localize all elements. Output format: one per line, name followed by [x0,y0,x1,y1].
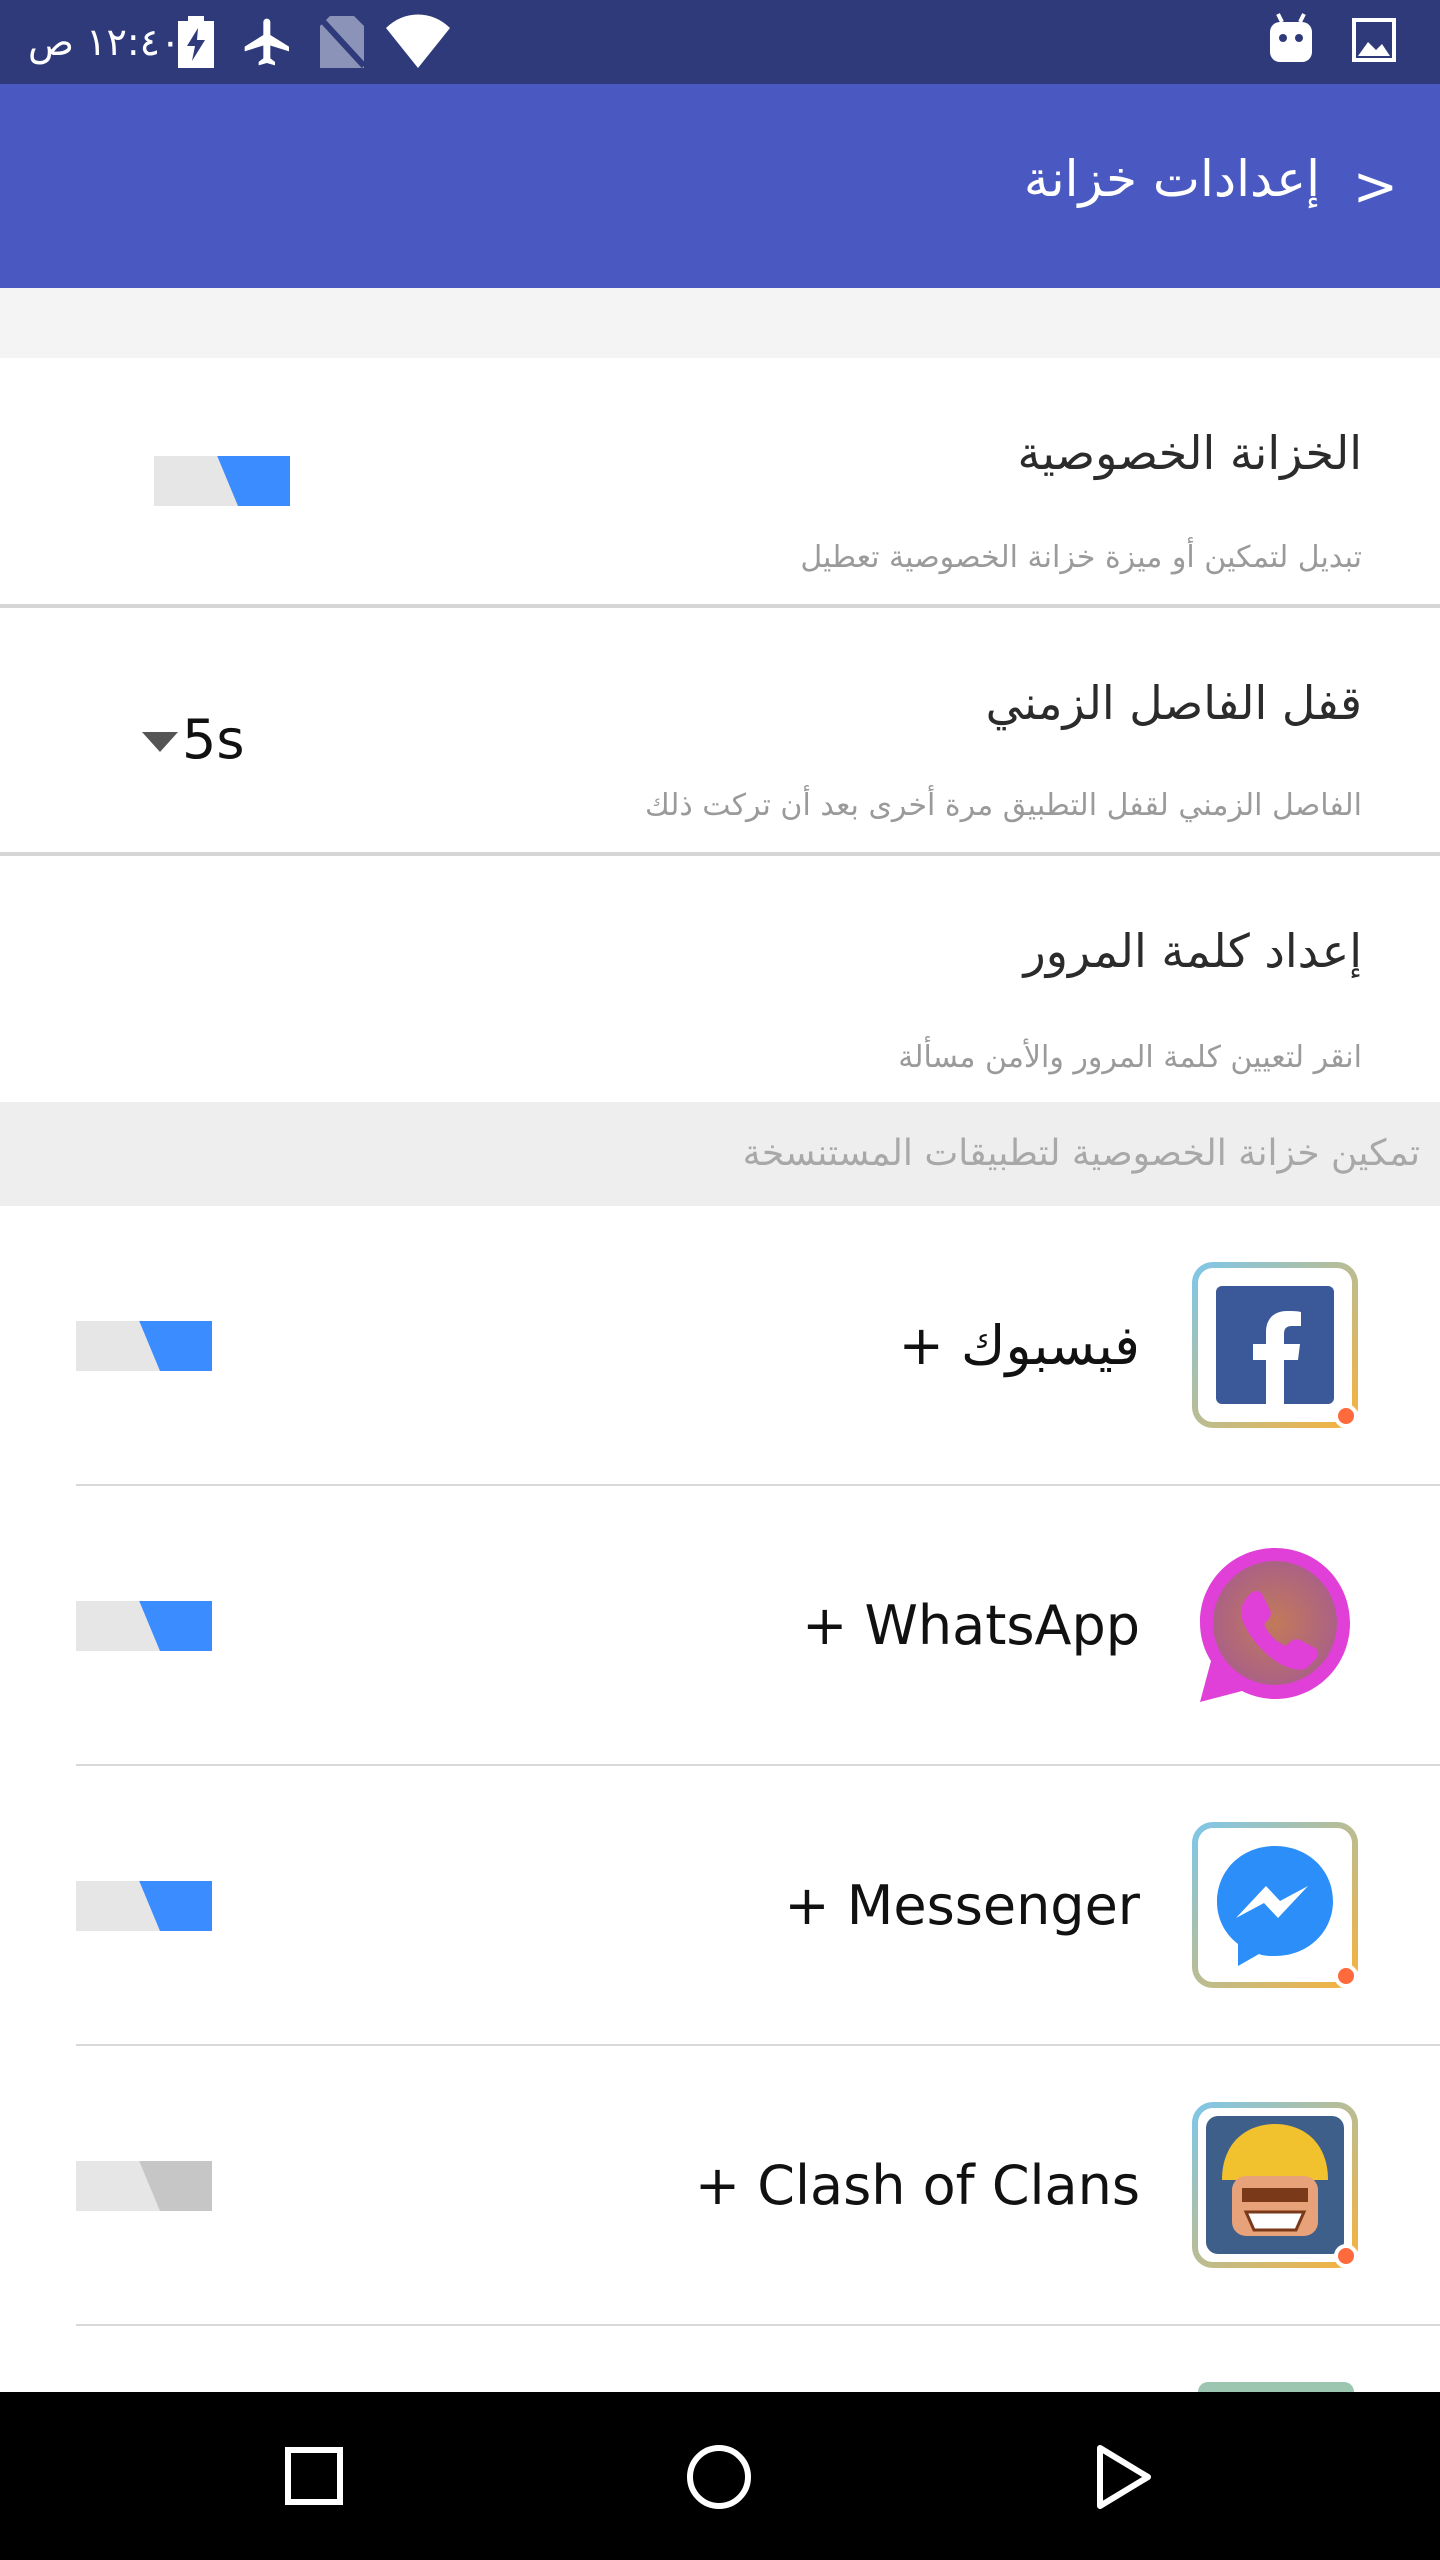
messenger-toggle[interactable] [76,1881,212,1931]
section-header-text: تمكين خزانة الخصوصية لتطبيقات المستنسخة [742,1133,1420,1174]
whatsapp-icon [1200,1548,1350,1702]
image-notification-icon [1352,18,1396,62]
android-notification-icon [1270,13,1312,62]
setting-privacy-locker[interactable]: الخزانة الخصوصية تبديل لتمكين أو ميزة خز… [0,358,1440,604]
app-row-messenger[interactable]: Messenger + [0,1766,1440,2046]
setting-title: الخزانة الخصوصية [1017,426,1362,480]
setting-subtitle: الفاصل الزمني لقفل التطبيق مرة أخرى بعد … [644,788,1362,823]
setting-subtitle: تبديل لتمكين أو ميزة خزانة الخصوصية تعطي… [800,540,1362,575]
status-time: ١٢:٤٠ ص [28,20,181,64]
whatsapp-toggle[interactable] [76,1601,212,1651]
page-title: إعدادات خزانة [1023,150,1320,208]
setting-title: إعداد كلمة المرور [1023,924,1362,978]
app-name: Messenger + [784,1874,1140,1937]
setting-subtitle: انقر لتعيين كلمة المرور والأمن مسألة [898,1040,1362,1075]
next-app-icon-partial [1198,2382,1354,2392]
back-nav-button[interactable] [1094,2444,1154,2510]
divider [76,2324,1440,2326]
app-name: Clash of Clans + [694,2154,1140,2217]
status-bar: ١٢:٤٠ ص [0,0,1440,84]
app-name: فيسبوك + [898,1314,1140,1377]
app-bar: إعدادات خزانة > [0,84,1440,288]
app-row-whatsapp[interactable]: WhatsApp + [0,1486,1440,1766]
setting-lock-interval[interactable]: قفل الفاصل الزمني الفاصل الزمني لقفل الت… [0,608,1440,852]
clash-of-clans-icon [1192,2102,1358,2268]
wifi-icon [386,14,450,68]
app-row-clash-of-clans[interactable]: Clash of Clans + [0,2046,1440,2326]
messenger-icon [1192,1822,1358,1988]
dropdown-arrow-icon [142,732,178,752]
facebook-toggle[interactable] [76,1321,212,1371]
battery-charging-icon [178,16,214,68]
no-sim-icon [320,16,364,68]
clash-of-clans-toggle[interactable] [76,2161,212,2211]
apps-section-header: تمكين خزانة الخصوصية لتطبيقات المستنسخة [0,1102,1440,1206]
setting-password[interactable]: إعداد كلمة المرور انقر لتعيين كلمة المرو… [0,856,1440,1102]
back-button[interactable]: > [1353,152,1398,222]
navigation-bar [0,2392,1440,2560]
setting-title: قفل الفاصل الزمني [985,676,1362,730]
lock-interval-value: 5s [182,708,245,771]
privacy-locker-toggle[interactable] [154,456,290,506]
app-row-facebook[interactable]: فيسبوك + [0,1206,1440,1486]
facebook-icon [1192,1262,1358,1428]
airplane-mode-icon [244,18,289,66]
home-button[interactable] [686,2444,752,2510]
app-name: WhatsApp + [802,1594,1140,1657]
top-spacer [0,288,1440,358]
recents-button[interactable] [284,2446,344,2506]
